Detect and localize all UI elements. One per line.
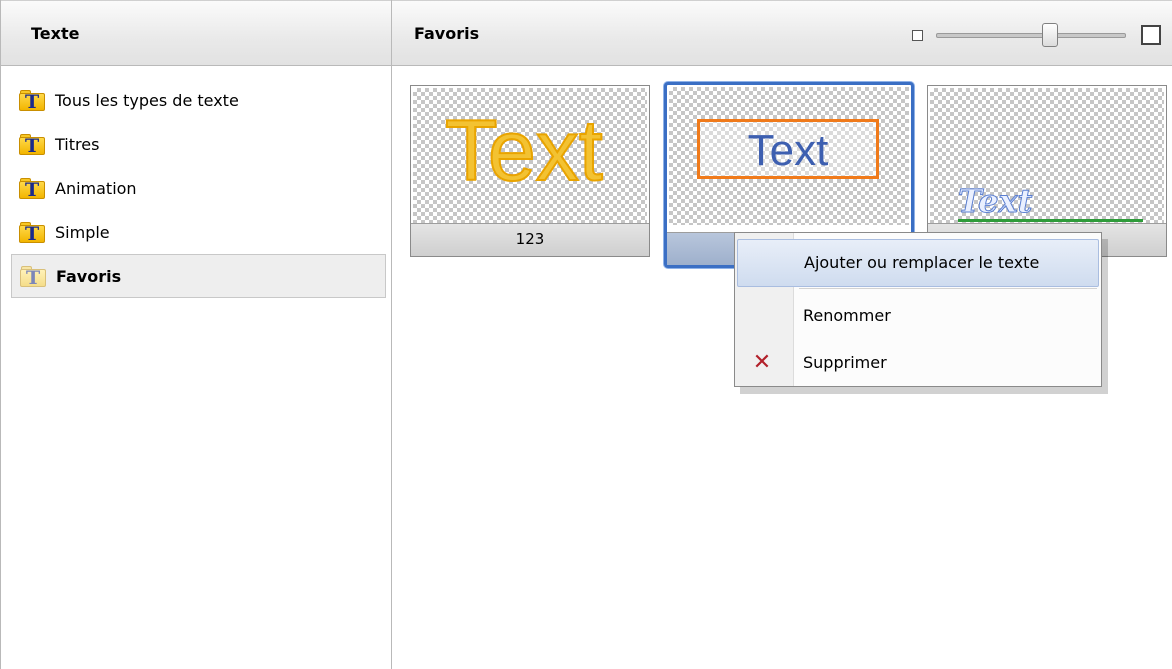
- menu-item-label: Renommer: [803, 306, 891, 325]
- menu-item-delete[interactable]: ✕ Supprimer: [735, 339, 1099, 387]
- zoom-out-square-icon[interactable]: [912, 30, 923, 41]
- thumbnail-sample-text: Text: [444, 103, 604, 199]
- text-style-thumbnail[interactable]: Text 123: [410, 85, 650, 257]
- content-panel-header: Favoris: [392, 0, 1172, 66]
- delete-x-icon: ✕: [752, 350, 772, 375]
- category-panel: Texte T Tous les types de texte T Titres…: [0, 0, 392, 669]
- thumbnail-preview: Text: [669, 87, 909, 225]
- category-tree: T Tous les types de texte T Titres T Ani…: [1, 66, 391, 298]
- text-folder-icon: T: [20, 265, 46, 288]
- zoom-slider-track[interactable]: [936, 33, 1126, 38]
- zoom-in-square-icon[interactable]: [1141, 25, 1161, 45]
- tree-item-animation[interactable]: T Animation: [11, 166, 371, 210]
- tree-item-simple[interactable]: T Simple: [11, 210, 371, 254]
- context-menu: Ajouter ou remplacer le texte Renommer ✕…: [734, 232, 1102, 387]
- content-panel-title: Favoris: [414, 23, 480, 43]
- text-folder-icon: T: [19, 221, 45, 244]
- tree-item-label: Simple: [55, 222, 110, 242]
- context-menu-separator: [799, 288, 1097, 289]
- menu-item-label: Supprimer: [803, 353, 887, 372]
- menu-item-label: Ajouter ou remplacer le texte: [804, 253, 1040, 272]
- thumbnail-preview: Text: [413, 88, 647, 224]
- thumbnail-sample-frame: Text: [697, 119, 879, 179]
- thumbnail-sample-text: Text: [957, 182, 1033, 221]
- category-panel-title: Texte: [31, 23, 80, 43]
- tree-item-label: Tous les types de texte: [55, 90, 239, 110]
- zoom-slider[interactable]: [912, 23, 1172, 53]
- category-panel-header: Texte: [1, 0, 391, 66]
- thumbnail-preview: Text: [930, 88, 1164, 224]
- tree-item-tous-les-types[interactable]: T Tous les types de texte: [11, 78, 371, 122]
- text-folder-icon: T: [19, 89, 45, 112]
- tree-item-titres[interactable]: T Titres: [11, 122, 371, 166]
- menu-item-rename[interactable]: Renommer: [737, 292, 1099, 340]
- text-folder-icon: T: [19, 177, 45, 200]
- tree-item-label: Titres: [55, 134, 100, 154]
- tree-item-favoris[interactable]: T Favoris: [11, 254, 386, 298]
- zoom-slider-handle[interactable]: [1042, 23, 1058, 47]
- text-folder-icon: T: [19, 133, 45, 156]
- menu-item-add-or-replace-text[interactable]: Ajouter ou remplacer le texte: [737, 239, 1099, 287]
- tree-item-label: Animation: [55, 178, 137, 198]
- thumbnail-sample-underline: [958, 219, 1143, 222]
- thumbnail-caption: 123: [411, 223, 649, 256]
- thumbnail-sample-text: Text: [747, 126, 829, 175]
- tree-item-label: Favoris: [56, 266, 122, 286]
